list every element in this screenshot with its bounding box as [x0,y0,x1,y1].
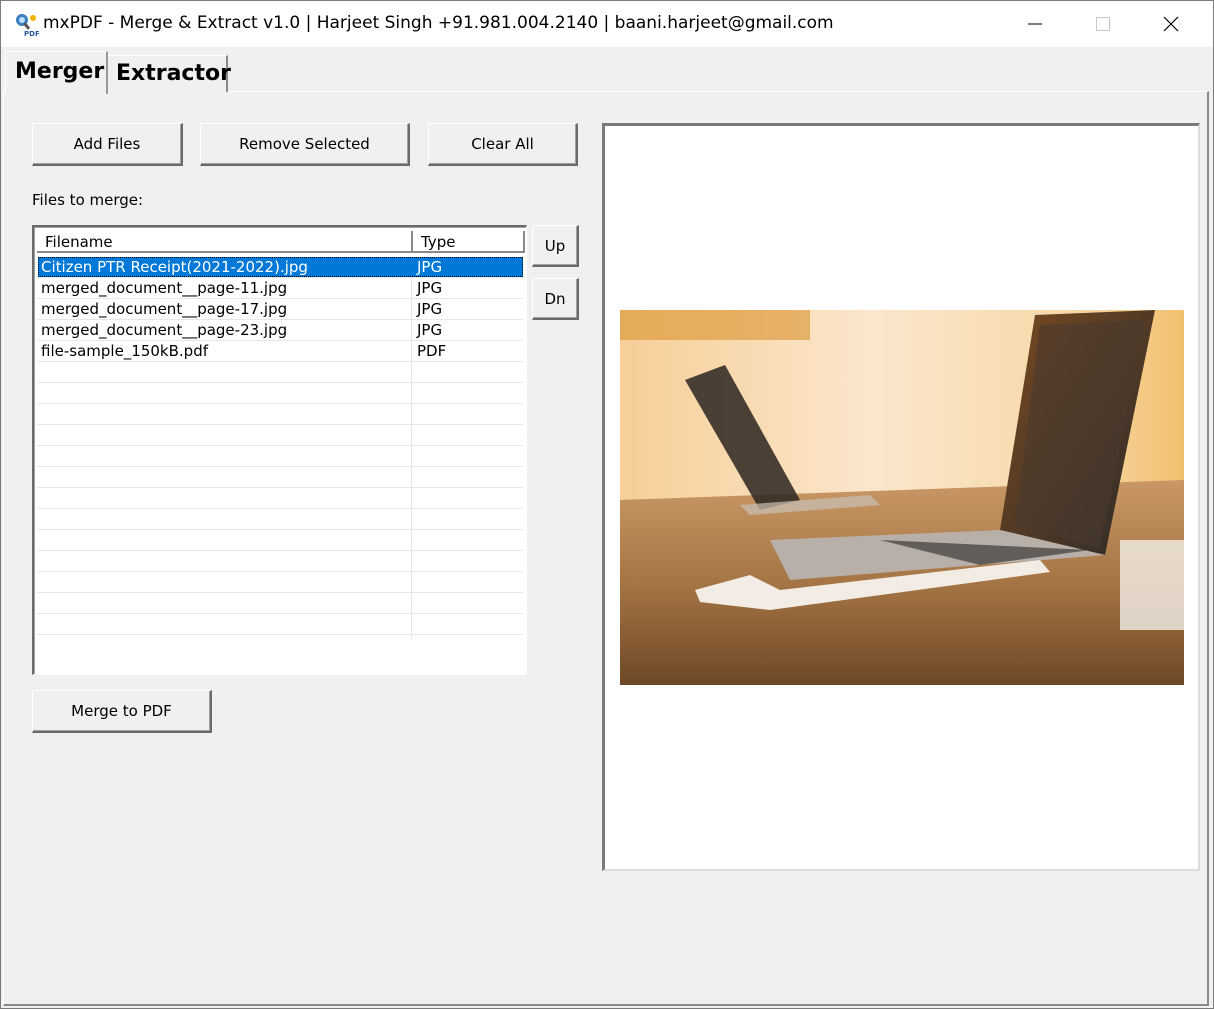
empty-row [37,488,523,509]
maximize-icon [1096,17,1110,31]
title-bar: PDF mxPDF - Merge & Extract v1.0 | Harje… [1,1,1213,47]
table-row[interactable]: merged_document__page-17.jpg JPG [37,299,523,320]
column-header-type[interactable]: Type [413,231,525,253]
svg-text:PDF: PDF [24,30,39,37]
minimize-button[interactable] [1001,1,1069,47]
preview-pane [602,123,1200,871]
row-filename: file-sample_150kB.pdf [41,342,208,360]
clear-all-button[interactable]: Clear All [428,123,578,166]
preview-image [620,310,1184,685]
empty-row [37,362,523,383]
row-filename: merged_document__page-11.jpg [41,279,288,297]
row-filename: Citizen PTR Receipt(2021-2022).jpg [41,258,308,276]
window-title: mxPDF - Merge & Extract v1.0 | Harjeet S… [43,13,834,33]
close-icon [1163,16,1179,32]
files-to-merge-label: Files to merge: [32,191,144,209]
row-type: PDF [417,342,447,360]
tab-extractor-label: Extractor [116,61,231,86]
column-header-filename[interactable]: Filename [37,231,413,253]
empty-row [37,425,523,446]
move-up-button[interactable]: Up [532,225,579,267]
file-list[interactable]: Filename Type Citizen PTR Receipt(2021-2… [32,225,527,675]
empty-row [37,446,523,467]
row-type: JPG [417,279,443,297]
table-row[interactable]: merged_document__page-23.jpg JPG [37,320,523,341]
empty-row [37,530,523,551]
remove-selected-button[interactable]: Remove Selected [200,123,410,166]
empty-row [37,593,523,614]
empty-row [37,551,523,572]
app-window: PDF mxPDF - Merge & Extract v1.0 | Harje… [0,0,1214,1009]
close-button[interactable] [1137,1,1205,47]
tab-merger[interactable]: Merger [5,51,108,94]
file-list-rows: Citizen PTR Receipt(2021-2022).jpg JPG m… [37,257,523,639]
row-type: JPG [417,258,443,276]
merge-to-pdf-button[interactable]: Merge to PDF [32,690,212,733]
table-row[interactable]: merged_document__page-11.jpg JPG [37,278,523,299]
empty-row [37,404,523,425]
row-type: JPG [417,321,443,339]
table-row[interactable]: Citizen PTR Receipt(2021-2022).jpg JPG [37,257,523,278]
row-filename: merged_document__page-17.jpg [41,300,288,318]
row-type: JPG [417,300,443,318]
empty-row [37,383,523,404]
row-filename: merged_document__page-23.jpg [41,321,288,339]
add-files-button[interactable]: Add Files [32,123,183,166]
tab-extractor[interactable]: Extractor [107,55,231,92]
app-icon: PDF [13,11,40,38]
maximize-button[interactable] [1069,1,1137,47]
empty-row [37,572,523,593]
tab-merger-label: Merger [15,59,105,84]
move-down-button[interactable]: Dn [532,278,579,320]
table-row[interactable]: file-sample_150kB.pdf PDF [37,341,523,362]
empty-row [37,614,523,635]
minimize-icon [1028,23,1042,25]
file-list-header: Filename Type [37,231,525,253]
empty-row [37,509,523,530]
empty-row [37,467,523,488]
